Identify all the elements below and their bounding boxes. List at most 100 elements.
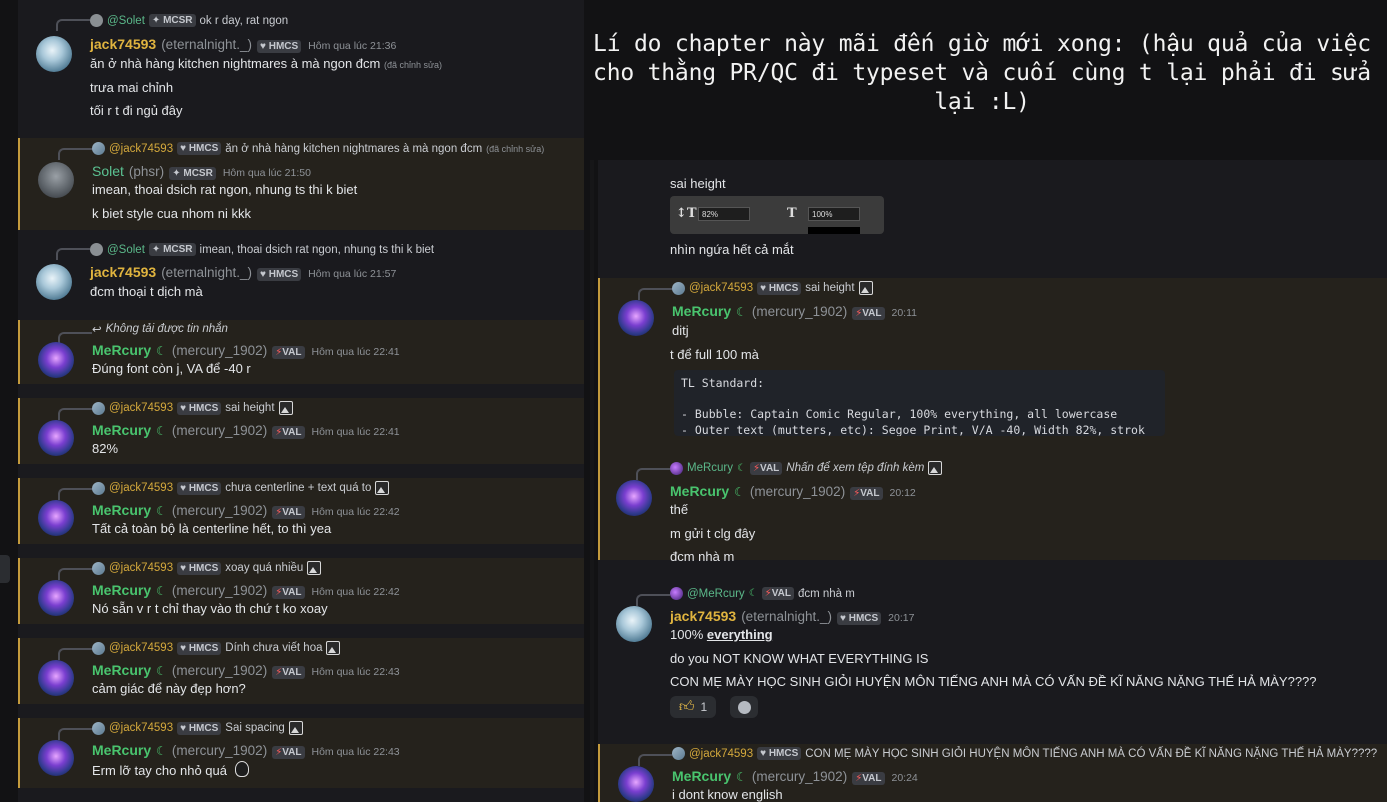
author-name[interactable]: jack74593 bbox=[90, 36, 156, 52]
avatar[interactable] bbox=[38, 580, 74, 616]
role-tag-text: VAL bbox=[860, 488, 880, 499]
message-text: 100% bbox=[670, 627, 707, 642]
reply-preview[interactable]: @MeRcury ☾ ⚡VAL đcm nhà m bbox=[670, 587, 855, 600]
message-line: Tất cả toàn bộ là centerline hết, to thì… bbox=[92, 521, 332, 536]
role-tag: ⚡VAL bbox=[272, 586, 305, 599]
author-name[interactable]: MeRcury bbox=[92, 742, 151, 758]
author-handle: (mercury_1902) bbox=[171, 343, 268, 358]
message-line: i dont know english bbox=[672, 787, 783, 802]
reply-preview[interactable]: @Solet ✦ MCSR imean, thoai dsich rat ngo… bbox=[90, 243, 434, 256]
role-tag-text: HMCS bbox=[188, 143, 219, 154]
add-reaction-button[interactable] bbox=[730, 696, 758, 718]
role-tag: ✦ MCSR bbox=[148, 243, 196, 256]
avatar[interactable] bbox=[36, 264, 72, 300]
author-name[interactable]: Solet bbox=[92, 163, 124, 179]
message: @MeRcury ☾ ⚡VAL đcm nhà m jack74593 (ete… bbox=[598, 584, 1387, 734]
reply-author[interactable]: @jack74593 bbox=[109, 642, 173, 654]
reply-preview[interactable]: @jack74593 ♥ HMCS chưa centerline + text… bbox=[92, 481, 390, 495]
role-tag-text: VAL bbox=[282, 667, 302, 678]
role-tag: ⚡VAL bbox=[852, 307, 885, 320]
avatar[interactable] bbox=[616, 480, 652, 516]
reply-author[interactable]: @jack74593 bbox=[109, 143, 173, 155]
reply-author[interactable]: @jack74593 bbox=[109, 402, 173, 414]
author-name[interactable]: MeRcury bbox=[670, 483, 729, 499]
reply-text: ok r day, rat ngon bbox=[199, 14, 289, 27]
image-icon bbox=[858, 281, 873, 295]
author-name[interactable]: MeRcury bbox=[92, 582, 151, 598]
reply-preview[interactable]: @jack74593 ♥ HMCS sai height bbox=[92, 401, 293, 415]
avatar[interactable] bbox=[38, 740, 74, 776]
author-handle: (eternalnight._) bbox=[161, 37, 252, 52]
reply-preview[interactable]: @jack74593 ♥ HMCS xoay quá nhiều bbox=[92, 561, 322, 575]
author-name[interactable]: jack74593 bbox=[670, 608, 736, 624]
reaction-thumbs-up[interactable]: 👍︎ 1 bbox=[670, 696, 716, 718]
message: @jack74593 ♥ HMCS CON MẸ MÀY HỌC SINH GI… bbox=[598, 744, 1387, 802]
reply-preview[interactable]: @jack74593 ♥ HMCS ăn ở nhà hàng kitchen … bbox=[92, 142, 544, 155]
reply-spine bbox=[56, 248, 90, 260]
reply-text: sai height bbox=[805, 282, 855, 294]
role-tag-text: HMCS bbox=[188, 722, 219, 734]
reply-spine bbox=[58, 332, 92, 344]
timestamp: Hôm qua lúc 21:36 bbox=[308, 40, 397, 52]
scroll-handle[interactable] bbox=[0, 555, 10, 583]
avatar[interactable] bbox=[618, 300, 654, 336]
reply-preview[interactable]: @jack74593 ♥ HMCS CON MẸ MÀY HỌC SINH GI… bbox=[672, 747, 1377, 760]
timestamp: Hôm qua lúc 22:43 bbox=[311, 746, 400, 758]
author-name[interactable]: MeRcury bbox=[672, 768, 731, 784]
role-tag-text: HMCS bbox=[268, 41, 299, 52]
avatar[interactable] bbox=[618, 766, 654, 802]
message: @jack74593 ♥ HMCS ăn ở nhà hàng kitchen … bbox=[18, 138, 584, 230]
avatar[interactable] bbox=[38, 660, 74, 696]
reply-preview[interactable]: ↩ Không tải được tin nhắn bbox=[92, 322, 228, 336]
author-name[interactable]: MeRcury bbox=[92, 662, 151, 678]
edited-label: (đã chỉnh sửa) bbox=[486, 143, 545, 154]
reply-preview[interactable]: @jack74593 ♥ HMCS Sai spacing bbox=[92, 721, 303, 735]
code-block[interactable]: TL Standard: - Bubble: Captain Comic Reg… bbox=[674, 370, 1165, 436]
reply-author[interactable]: MeRcury bbox=[687, 462, 733, 474]
role-tag: ♥ HMCS bbox=[177, 142, 222, 155]
avatar[interactable] bbox=[36, 36, 72, 72]
reply-preview[interactable]: @jack74593 ♥ HMCS Dính chưa viết hoa bbox=[92, 641, 341, 655]
role-tag-text: MCSR bbox=[183, 168, 213, 179]
reply-author[interactable]: @jack74593 bbox=[689, 282, 753, 294]
author-name[interactable]: MeRcury bbox=[672, 303, 731, 319]
author-name[interactable]: MeRcury bbox=[92, 422, 151, 438]
image-icon bbox=[307, 561, 322, 575]
author-name[interactable]: MeRcury bbox=[92, 502, 151, 518]
role-tag: ⚡VAL bbox=[852, 772, 885, 785]
moon-icon: ☾ bbox=[736, 770, 747, 784]
author-handle: (mercury_1902) bbox=[171, 583, 268, 598]
role-tag: ♥ HMCS bbox=[177, 481, 222, 495]
role-tag-text: HMCS bbox=[188, 482, 219, 494]
author-name[interactable]: jack74593 bbox=[90, 264, 156, 280]
reply-author[interactable]: @MeRcury bbox=[687, 588, 745, 600]
message-line: do you NOT KNOW WHAT EVERYTHING IS bbox=[670, 651, 929, 666]
avatar[interactable] bbox=[616, 606, 652, 642]
reply-preview[interactable]: MeRcury ☾ ⚡VAL Nhấn để xem tệp đính kèm bbox=[670, 461, 943, 475]
reply-author[interactable]: @jack74593 bbox=[109, 722, 173, 734]
reply-avatar bbox=[90, 243, 103, 256]
reply-author[interactable]: @jack74593 bbox=[689, 748, 753, 760]
avatar[interactable] bbox=[38, 420, 74, 456]
avatar[interactable] bbox=[38, 500, 74, 536]
message-line: 100% everything bbox=[670, 627, 773, 642]
reply-author[interactable]: @jack74593 bbox=[109, 482, 173, 494]
message-header: MeRcury ☾ (mercury_1902) ⚡VAL Hôm qua lú… bbox=[92, 582, 400, 599]
message-line: m gửi t clg đây bbox=[670, 526, 756, 541]
avatar[interactable] bbox=[38, 342, 74, 378]
author-name[interactable]: MeRcury bbox=[92, 342, 151, 358]
reply-avatar bbox=[670, 461, 683, 475]
timestamp: Hôm qua lúc 21:57 bbox=[308, 268, 397, 280]
role-tag-text: HMCS bbox=[768, 748, 799, 759]
attached-screenshot[interactable]: ↕T 82% T 100% bbox=[670, 196, 884, 234]
message-line: Đúng font còn j, VA để -40 r bbox=[92, 361, 251, 376]
reply-preview[interactable]: @jack74593 ♥ HMCS sai height bbox=[672, 281, 873, 295]
message-header: MeRcury ☾ (mercury_1902) ⚡VAL 20:24 bbox=[672, 768, 918, 785]
reply-author[interactable]: @Solet bbox=[107, 15, 145, 27]
avatar[interactable] bbox=[38, 162, 74, 198]
reply-preview[interactable]: @Solet ✦ MCSR ok r day, rat ngon bbox=[90, 14, 288, 27]
moon-icon: ☾ bbox=[156, 504, 167, 518]
reply-author[interactable]: @Solet bbox=[107, 244, 145, 256]
timestamp: Hôm qua lúc 22:41 bbox=[311, 426, 400, 438]
reply-author[interactable]: @jack74593 bbox=[109, 562, 173, 574]
